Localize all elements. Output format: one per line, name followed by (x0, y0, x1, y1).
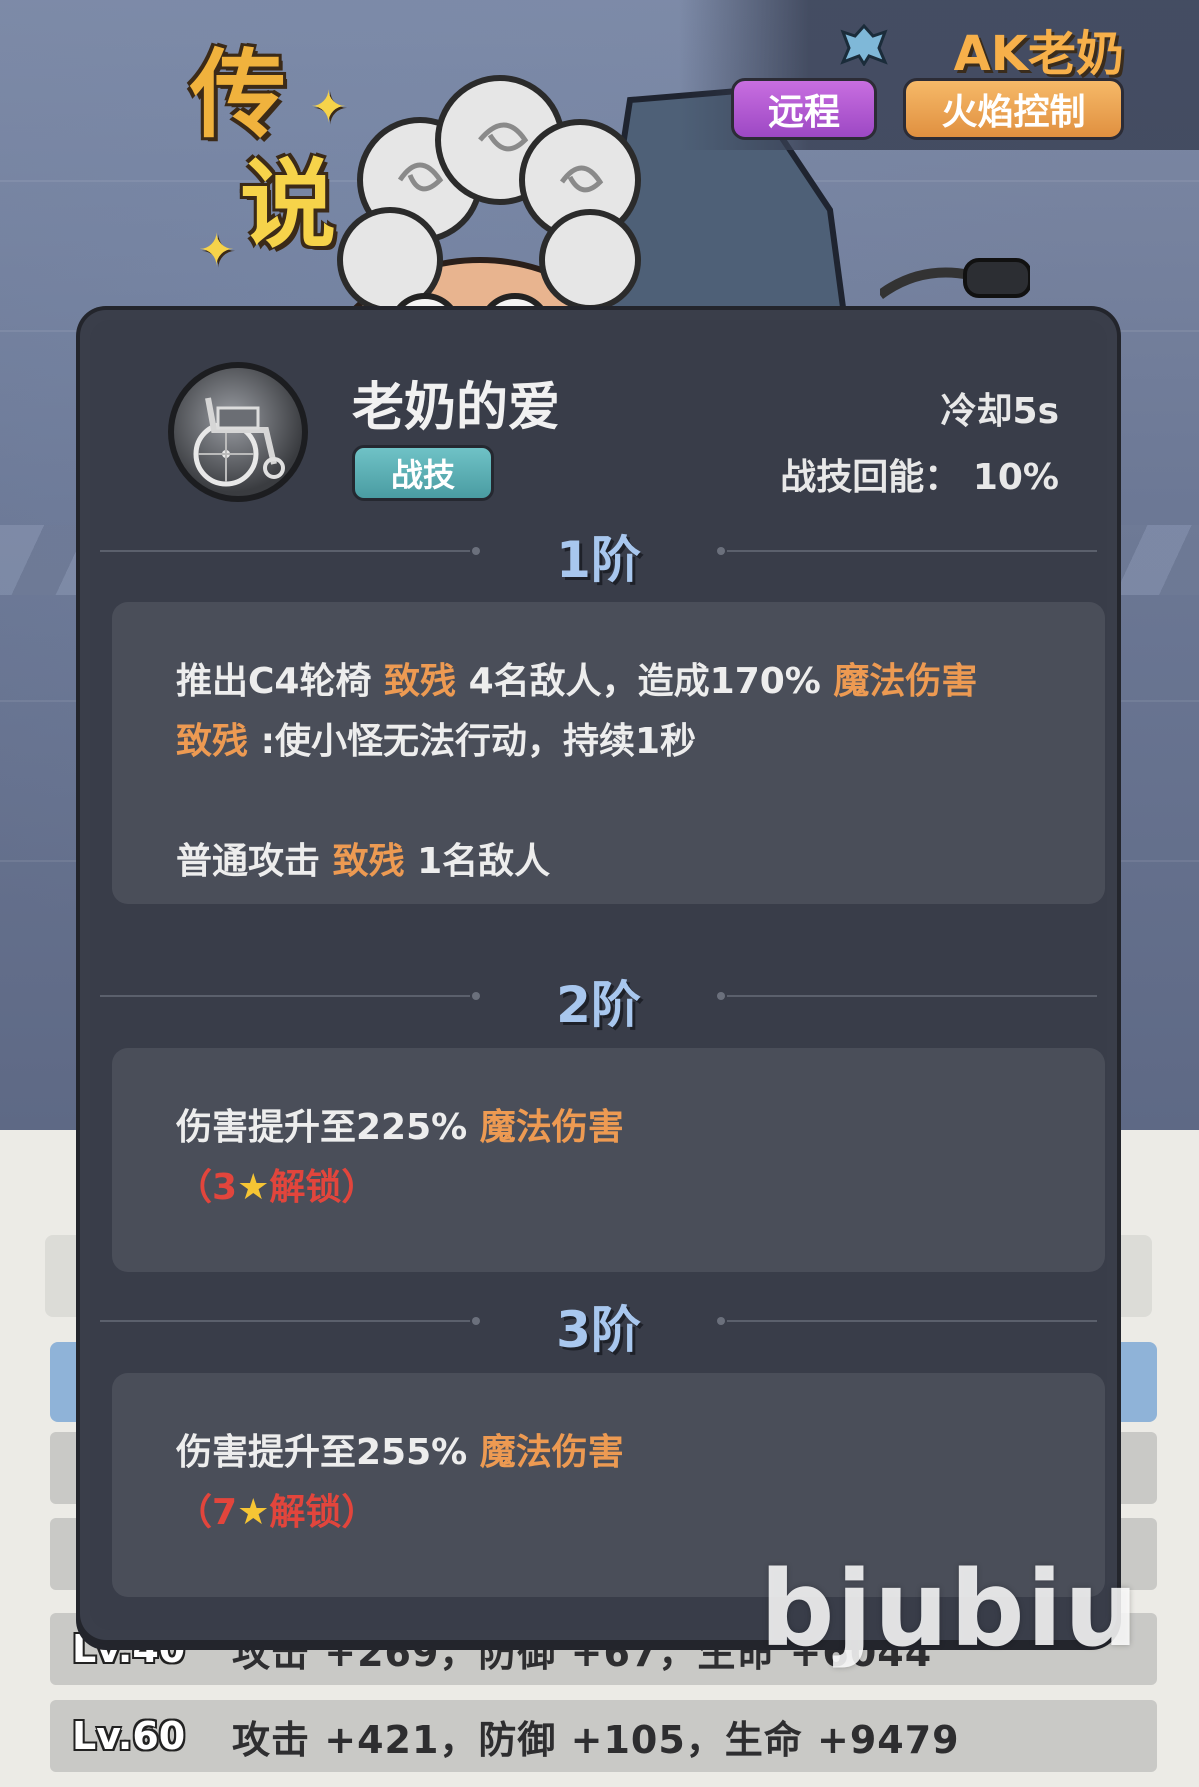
level-bonus-row: Lv.60 攻击 +421，防御 +105，生命 +9479 (50, 1700, 1157, 1772)
tier-2-description: 伤害提升至225% 魔法伤害 （3★解锁） (112, 1048, 1105, 1272)
unlock-star-count: 3 (212, 1167, 238, 1208)
tier-1-header: 1阶 (100, 520, 1097, 589)
tier-2-unlock-requirement: （3★解锁） (176, 1158, 1045, 1218)
star-icon: ★ (237, 1167, 270, 1208)
wheelchair-handle (880, 258, 1030, 300)
skill-energy-regen: 战技回能： 10% (780, 457, 1059, 498)
text: 伤害提升至225% (176, 1107, 468, 1148)
tier-2-label: 2阶 (556, 976, 641, 1034)
tier-1-label: 1阶 (556, 531, 641, 589)
tier-3-line-1: 伤害提升至255% 魔法伤害 (176, 1423, 1045, 1483)
tag-fire-control: 火焰控制 (903, 78, 1124, 140)
text: 普通攻击 (176, 841, 321, 882)
skill-detail-body: 老奶的爱 战技 冷却5s 战技回能： 10% 1阶 推出C4轮椅 致残 4名敌人… (90, 320, 1107, 1630)
tier-3-header: 3阶 (100, 1290, 1097, 1359)
tier-3-label: 3阶 (556, 1301, 641, 1359)
tier-3-unlock-requirement: （7★解锁） (176, 1483, 1045, 1543)
keyword-cripple: 致残 (332, 841, 405, 882)
star-icon: ★ (237, 1492, 270, 1533)
tier-2-header: 2阶 (100, 965, 1097, 1034)
rarity-char-1: 传 (190, 39, 286, 151)
level-bonus-text: 攻击 +421，防御 +105，生命 +9479 (232, 1717, 960, 1762)
paren-close: ） (341, 1167, 378, 1208)
rarity-char-2: 说 (240, 149, 336, 261)
paren-open: （ (176, 1167, 213, 1208)
skill-name: 老奶的爱 (352, 378, 561, 438)
text: :使小怪无法行动，持续1秒 (260, 721, 697, 762)
wheelchair-icon (193, 397, 285, 487)
keyword-magic-damage: 魔法伤害 (479, 1432, 624, 1473)
keyword-magic-damage: 魔法伤害 (479, 1107, 624, 1148)
hero-name: AK老奶 (953, 26, 1124, 82)
paren-open: （ (176, 1492, 213, 1533)
class-emblem-icon (840, 23, 888, 66)
unlock-text: 解锁 (269, 1492, 342, 1533)
skill-cooldown: 冷却5s (940, 391, 1059, 432)
skill-type-badge: 战技 (352, 445, 494, 501)
keyword-magic-damage: 魔法伤害 (833, 661, 978, 702)
unlock-star-count: 7 (212, 1492, 238, 1533)
tag-ranged: 远程 (731, 78, 877, 140)
sparkle-icon: ✦ (198, 225, 235, 276)
tier-1-line-1: 推出C4轮椅 致残 4名敌人，造成170% 魔法伤害 (176, 652, 1045, 712)
keyword-cripple: 致残 (384, 661, 457, 702)
wheelchair-skill-icon (168, 362, 308, 502)
level-label: Lv.60 (72, 1714, 186, 1758)
hero-header: AK老奶 远程 火焰控制 (679, 0, 1199, 150)
tier-1-line-3: 普通攻击 致残 1名敌人 (176, 832, 1045, 892)
skill-detail-modal[interactable]: 老奶的爱 战技 冷却5s 战技回能： 10% 1阶 推出C4轮椅 致残 4名敌人… (80, 310, 1117, 1640)
tier-1-description: 推出C4轮椅 致残 4名敌人，造成170% 魔法伤害 致残 :使小怪无法行动，持… (112, 602, 1105, 904)
tier-2-line-1: 伤害提升至225% 魔法伤害 (176, 1098, 1045, 1158)
paren-close: ） (341, 1492, 378, 1533)
tier-1-line-2: 致残 :使小怪无法行动，持续1秒 (176, 712, 1045, 772)
text: 伤害提升至255% (176, 1432, 468, 1473)
text: 4名敌人，造成170% (468, 661, 821, 702)
watermark: bjubiu (760, 1548, 1141, 1670)
text: 1名敌人 (417, 841, 551, 882)
keyword-cripple: 致残 (176, 721, 249, 762)
unlock-text: 解锁 (269, 1167, 342, 1208)
text: 推出C4轮椅 (176, 661, 372, 702)
sparkle-icon: ✦ (310, 82, 347, 133)
